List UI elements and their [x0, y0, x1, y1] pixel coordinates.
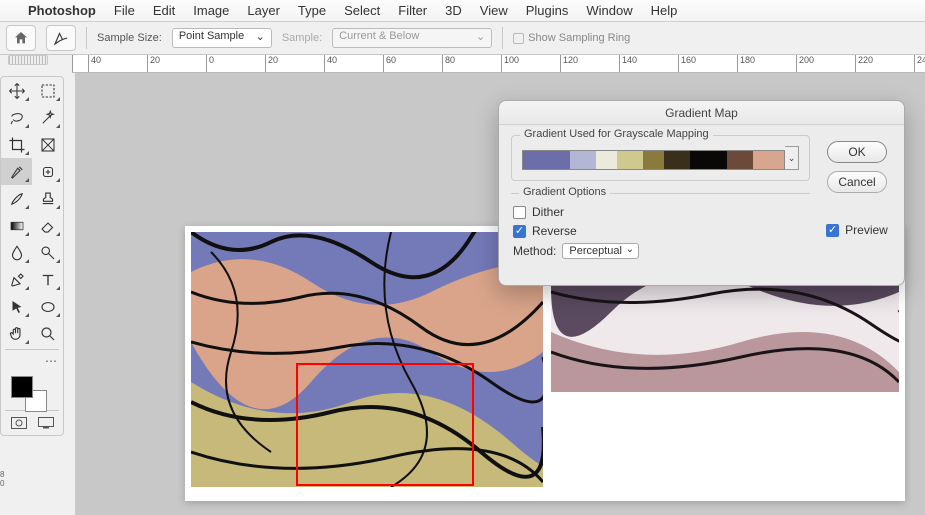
method-select[interactable]: Perceptual [562, 243, 639, 259]
horizontal-ruler[interactable]: 4020020406080100120140160180200220240 [72, 55, 925, 73]
home-button[interactable] [6, 25, 36, 51]
sample-size-select[interactable]: Point Sample ⌄ [172, 28, 272, 48]
menu-3d[interactable]: 3D [445, 3, 462, 18]
tool-dodge[interactable] [32, 239, 63, 266]
tool-shape[interactable] [32, 293, 63, 320]
app-name[interactable]: Photoshop [28, 3, 96, 18]
menu-plugins[interactable]: Plugins [526, 3, 569, 18]
screenmode-icon[interactable] [38, 417, 54, 432]
sample-size-label: Sample Size: [97, 32, 162, 44]
gradient-preview[interactable] [522, 150, 785, 170]
menu-file[interactable]: File [114, 3, 135, 18]
vertical-ruler-label: 8 0 [0, 470, 4, 488]
cancel-button[interactable]: Cancel [827, 171, 887, 193]
gradient-options-group: Gradient Options Dither ✓Reverse Method:… [511, 193, 810, 259]
menu-filter[interactable]: Filter [398, 3, 427, 18]
sample-label: Sample: [282, 32, 322, 44]
macos-menubar: Photoshop File Edit Image Layer Type Sel… [0, 0, 925, 22]
tools-panel: ⋯ [0, 76, 64, 436]
tool-brush[interactable] [1, 185, 32, 212]
dialog-title[interactable]: Gradient Map [499, 101, 904, 125]
menu-edit[interactable]: Edit [153, 3, 175, 18]
menu-layer[interactable]: Layer [247, 3, 280, 18]
tool-hand[interactable] [1, 320, 32, 347]
tool-lasso[interactable] [1, 104, 32, 131]
menu-type[interactable]: Type [298, 3, 326, 18]
menu-help[interactable]: Help [651, 3, 678, 18]
preview-checkbox[interactable]: ✓Preview [826, 223, 888, 237]
tool-frame[interactable] [32, 131, 63, 158]
gradient-map-dialog: Gradient Map Gradient Used for Grayscale… [498, 100, 905, 286]
panel-grip[interactable] [8, 55, 48, 65]
tool-move[interactable] [1, 77, 32, 104]
sample-select: Current & Below ⌄ [332, 28, 492, 48]
menu-select[interactable]: Select [344, 3, 380, 18]
tool-path-select[interactable] [1, 293, 32, 320]
menu-image[interactable]: Image [193, 3, 229, 18]
gradient-mapping-legend: Gradient Used for Grayscale Mapping [520, 128, 713, 140]
dither-checkbox[interactable]: Dither [513, 205, 808, 219]
method-row: Method: Perceptual [513, 243, 808, 259]
tool-gradient[interactable] [1, 212, 32, 239]
quickmask-icon[interactable] [11, 417, 27, 432]
tool-pen[interactable] [1, 266, 32, 293]
tool-magic-wand[interactable] [32, 104, 63, 131]
gradient-dropdown[interactable]: ⌄ [785, 146, 799, 170]
menu-window[interactable]: Window [586, 3, 632, 18]
selection-marquee[interactable] [296, 363, 474, 486]
tool-eyedropper[interactable] [1, 158, 32, 185]
separator [86, 27, 87, 49]
color-swatches[interactable] [1, 370, 63, 408]
tool-healing[interactable] [32, 158, 63, 185]
tool-marquee[interactable] [32, 77, 63, 104]
separator [502, 27, 503, 49]
gradient-mapping-group: Gradient Used for Grayscale Mapping ⌄ [511, 135, 810, 181]
tool-blur[interactable] [1, 239, 32, 266]
ok-button[interactable]: OK [827, 141, 887, 163]
show-sampling-ring-checkbox[interactable]: Show Sampling Ring [513, 32, 630, 44]
current-tool-icon[interactable] [46, 25, 76, 51]
tool-stamp[interactable] [32, 185, 63, 212]
tool-type[interactable] [32, 266, 63, 293]
tool-crop[interactable] [1, 131, 32, 158]
tool-zoom[interactable] [32, 320, 63, 347]
swatch-foreground[interactable] [11, 376, 33, 398]
options-bar: Sample Size: Point Sample ⌄ Sample: Curr… [0, 22, 925, 55]
reverse-checkbox[interactable]: ✓Reverse [513, 224, 808, 238]
tool-eraser[interactable] [32, 212, 63, 239]
gradient-options-legend: Gradient Options [519, 186, 610, 198]
menu-view[interactable]: View [480, 3, 508, 18]
tool-more[interactable]: ⋯ [1, 352, 63, 370]
method-label: Method: [513, 244, 556, 258]
